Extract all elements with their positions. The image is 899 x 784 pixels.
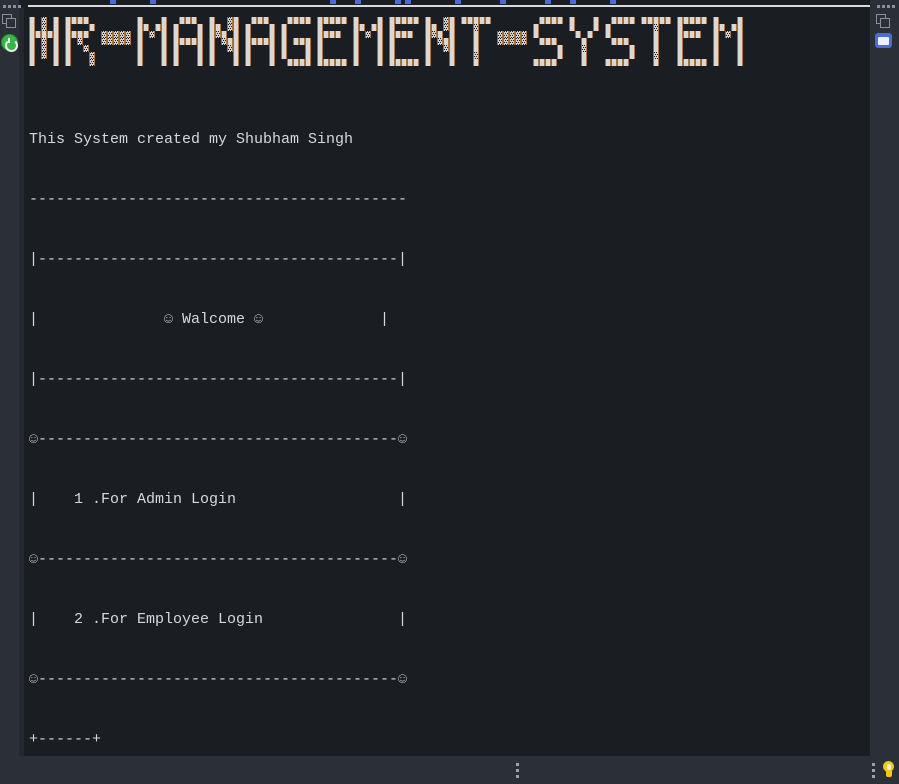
kebab-menu-icon[interactable] bbox=[516, 763, 519, 781]
top-divider bbox=[28, 5, 870, 7]
right-rail bbox=[870, 0, 899, 784]
menu-option-admin[interactable]: | 1 .For Admin Login | bbox=[29, 490, 869, 510]
ascii-art-banner bbox=[29, 17, 867, 72]
console-line-box-bottom: |---------------------------------------… bbox=[29, 371, 408, 388]
copy-windows-icon[interactable] bbox=[876, 14, 894, 32]
top-tick-marks bbox=[0, 0, 899, 4]
console-line-sep-1: ☺---------------------------------------… bbox=[29, 431, 408, 448]
console-line-sep-3: ☺---------------------------------------… bbox=[29, 671, 408, 688]
console-line-sep-2: ☺---------------------------------------… bbox=[29, 551, 408, 568]
console-output: This System created my Shubham Singh ---… bbox=[29, 90, 869, 756]
app-root: This System created my Shubham Singh ---… bbox=[0, 0, 899, 784]
blue-panel-icon[interactable] bbox=[875, 33, 893, 51]
kebab-menu-icon[interactable] bbox=[872, 763, 875, 781]
console-line-welcome: | ☺ Walcome ☺ | bbox=[29, 311, 390, 328]
console-line-header: This System created my Shubham Singh bbox=[29, 131, 354, 148]
console-line-box-top: |---------------------------------------… bbox=[29, 251, 408, 268]
top-cutoff-strip bbox=[0, 0, 899, 8]
lightbulb-icon[interactable] bbox=[881, 761, 896, 778]
bottom-bar bbox=[0, 756, 899, 784]
copy-windows-icon[interactable] bbox=[2, 14, 20, 32]
left-rail bbox=[0, 0, 21, 784]
console-line-rule-1: ----------------------------------------… bbox=[29, 191, 408, 208]
terminal-window[interactable]: This System created my Shubham Singh ---… bbox=[19, 8, 870, 756]
menu-option-employee[interactable]: | 2 .For Employee Login | bbox=[29, 610, 869, 630]
more-dots-icon[interactable] bbox=[877, 5, 895, 8]
banner-glyphs bbox=[29, 17, 743, 66]
input-prompt-border: +------+ bbox=[29, 731, 102, 748]
terminal-screen[interactable]: This System created my Shubham Singh ---… bbox=[24, 8, 870, 756]
green-power-run-icon[interactable] bbox=[2, 35, 20, 53]
